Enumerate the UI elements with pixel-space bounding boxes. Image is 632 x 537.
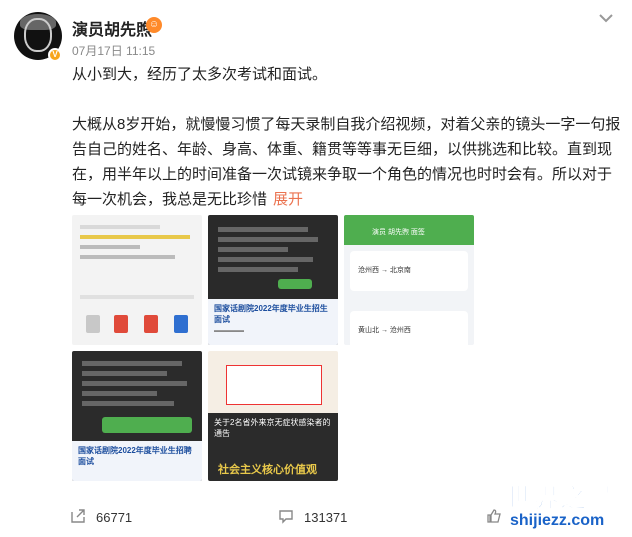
thumb-3-ticket-1-stations: 沧州西 → 北京南: [358, 267, 411, 274]
thumb-3-ticket-1: 沧州西 → 北京南: [350, 251, 468, 291]
post-text: 从小到大，经历了太多次考试和面试。 大概从8岁开始，就慢慢习惯了每天录制自我介绍…: [72, 62, 622, 212]
post-paragraph-2-text: 大概从8岁开始，就慢慢习惯了每天录制自我介绍视频，对着父亲的镜头一字一句报告自己…: [72, 116, 621, 208]
verified-icon: V: [48, 48, 62, 62]
thumb-2-card: 国家话剧院2022年度毕业生招生面试 ▬▬▬▬▬: [208, 299, 338, 345]
member-badge-icon: ☺: [146, 17, 162, 33]
post-paragraph-2: 大概从8岁开始，就慢慢习惯了每天录制自我介绍视频，对着父亲的镜头一字一句报告自己…: [72, 112, 622, 212]
comment-count[interactable]: 131371: [304, 510, 347, 525]
thumb-2-card-title: 国家话剧院2022年度毕业生招生面试: [214, 304, 328, 324]
share-count[interactable]: 66771: [96, 510, 132, 525]
thumb-2-card-sub: ▬▬▬▬▬: [214, 328, 244, 334]
thumb-3-ticket-2: 黄山北 → 沧州西: [350, 311, 468, 345]
image-thumb-3[interactable]: 演员 胡先煦 面签 沧州西 → 北京南 黄山北 → 沧州西: [344, 215, 474, 345]
like-icon[interactable]: [486, 508, 502, 524]
thumb-3-ticket-2-stations: 黄山北 → 沧州西: [358, 327, 411, 334]
watermark-title: 世界之最: [505, 483, 615, 514]
image-thumb-1[interactable]: [72, 215, 202, 345]
avatar-face: [24, 18, 52, 52]
thumb-5-notice: [226, 365, 322, 405]
thumb-3-header: 演员 胡先煦 面签: [372, 229, 425, 236]
thumb-4-card: 国家话剧院2022年度毕业生招聘面试: [72, 441, 202, 481]
chevron-down-icon[interactable]: [594, 10, 618, 26]
thumb-4-card-title: 国家话剧院2022年度毕业生招聘面试: [78, 446, 192, 466]
share-icon[interactable]: [70, 508, 86, 524]
image-thumb-5[interactable]: 关于2名省外来京无症状感染者的通告 社会主义核心价值观: [208, 351, 338, 481]
post-timestamp[interactable]: 07月17日 11:15: [72, 42, 155, 59]
thumb-5-title: 关于2名省外来京无症状感染者的通告: [214, 418, 331, 438]
weibo-post: V 演员胡先煦 ☺ 07月17日 11:15 从小到大，经历了太多次考试和面试。…: [0, 0, 632, 537]
comment-icon[interactable]: [278, 508, 294, 524]
watermark: 世界之最 shijiezz.com: [505, 478, 626, 536]
post-paragraph-1: 从小到大，经历了太多次考试和面试。: [72, 66, 328, 83]
image-grid: 国家话剧院2022年度毕业生招生面试 ▬▬▬▬▬ 演员 胡先煦 面签 沧州西 →…: [72, 215, 474, 485]
watermark-url: shijiezz.com: [510, 512, 605, 529]
expand-link[interactable]: 展开: [273, 191, 303, 208]
image-thumb-2[interactable]: 国家话剧院2022年度毕业生招生面试 ▬▬▬▬▬: [208, 215, 338, 345]
thumb-5-tag: 社会主义核心价值观: [218, 464, 317, 476]
image-thumb-4[interactable]: 国家话剧院2022年度毕业生招聘面试: [72, 351, 202, 481]
author-name[interactable]: 演员胡先煦: [72, 16, 152, 40]
